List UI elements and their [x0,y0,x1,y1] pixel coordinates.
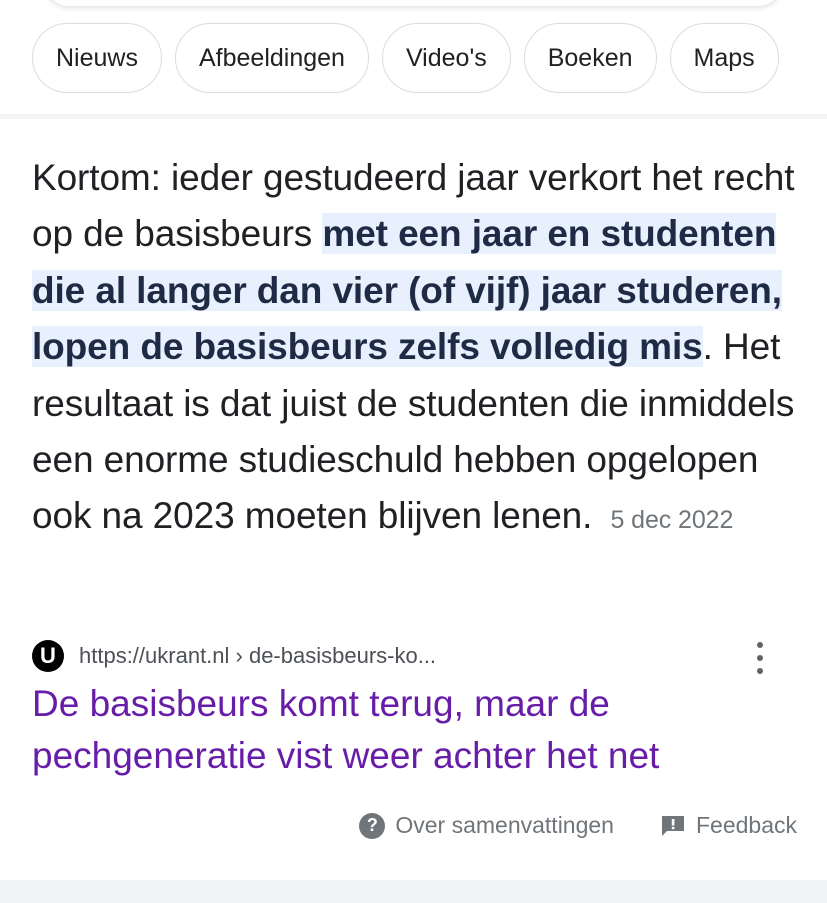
search-filter-chips: Nieuws Afbeeldingen Video's Boeken Maps [32,23,779,93]
about-snippets-label: Over samenvattingen [395,812,614,838]
result-source[interactable]: U https://ukrant.nl › de-basisbeurs-ko..… [32,638,802,674]
chip-nieuws[interactable]: Nieuws [32,23,162,93]
feedback-label: Feedback [695,812,797,838]
site-favicon-icon: U [32,640,64,672]
feedback-icon [661,815,684,836]
section-divider [0,114,827,119]
chip-afbeeldingen[interactable]: Afbeeldingen [174,23,369,93]
menu-dot [757,642,763,648]
more-vert-icon[interactable] [748,642,772,674]
menu-dot [757,655,763,661]
chip-maps[interactable]: Maps [669,23,779,93]
about-snippets-button[interactable]: ? Over samenvattingen [359,812,614,839]
result-title-link[interactable]: De basisbeurs komt terug, maar de pechge… [32,678,802,782]
feedback-button[interactable]: Feedback [660,812,797,839]
question-circle-icon: ? [359,812,386,839]
result-url[interactable]: https://ukrant.nl › de-basisbeurs-ko... [79,643,436,669]
section-divider-bottom [0,880,827,903]
snippet-footer: ? Over samenvattingen Feedback [359,812,797,839]
chip-videos[interactable]: Video's [381,23,511,93]
search-bar-edge [45,0,782,6]
snippet-date: 5 dec 2022 [610,506,734,535]
featured-snippet: Kortom: ieder gestudeerd jaar verkort he… [32,150,802,549]
chip-boeken[interactable]: Boeken [523,23,657,93]
menu-dot [757,668,763,674]
